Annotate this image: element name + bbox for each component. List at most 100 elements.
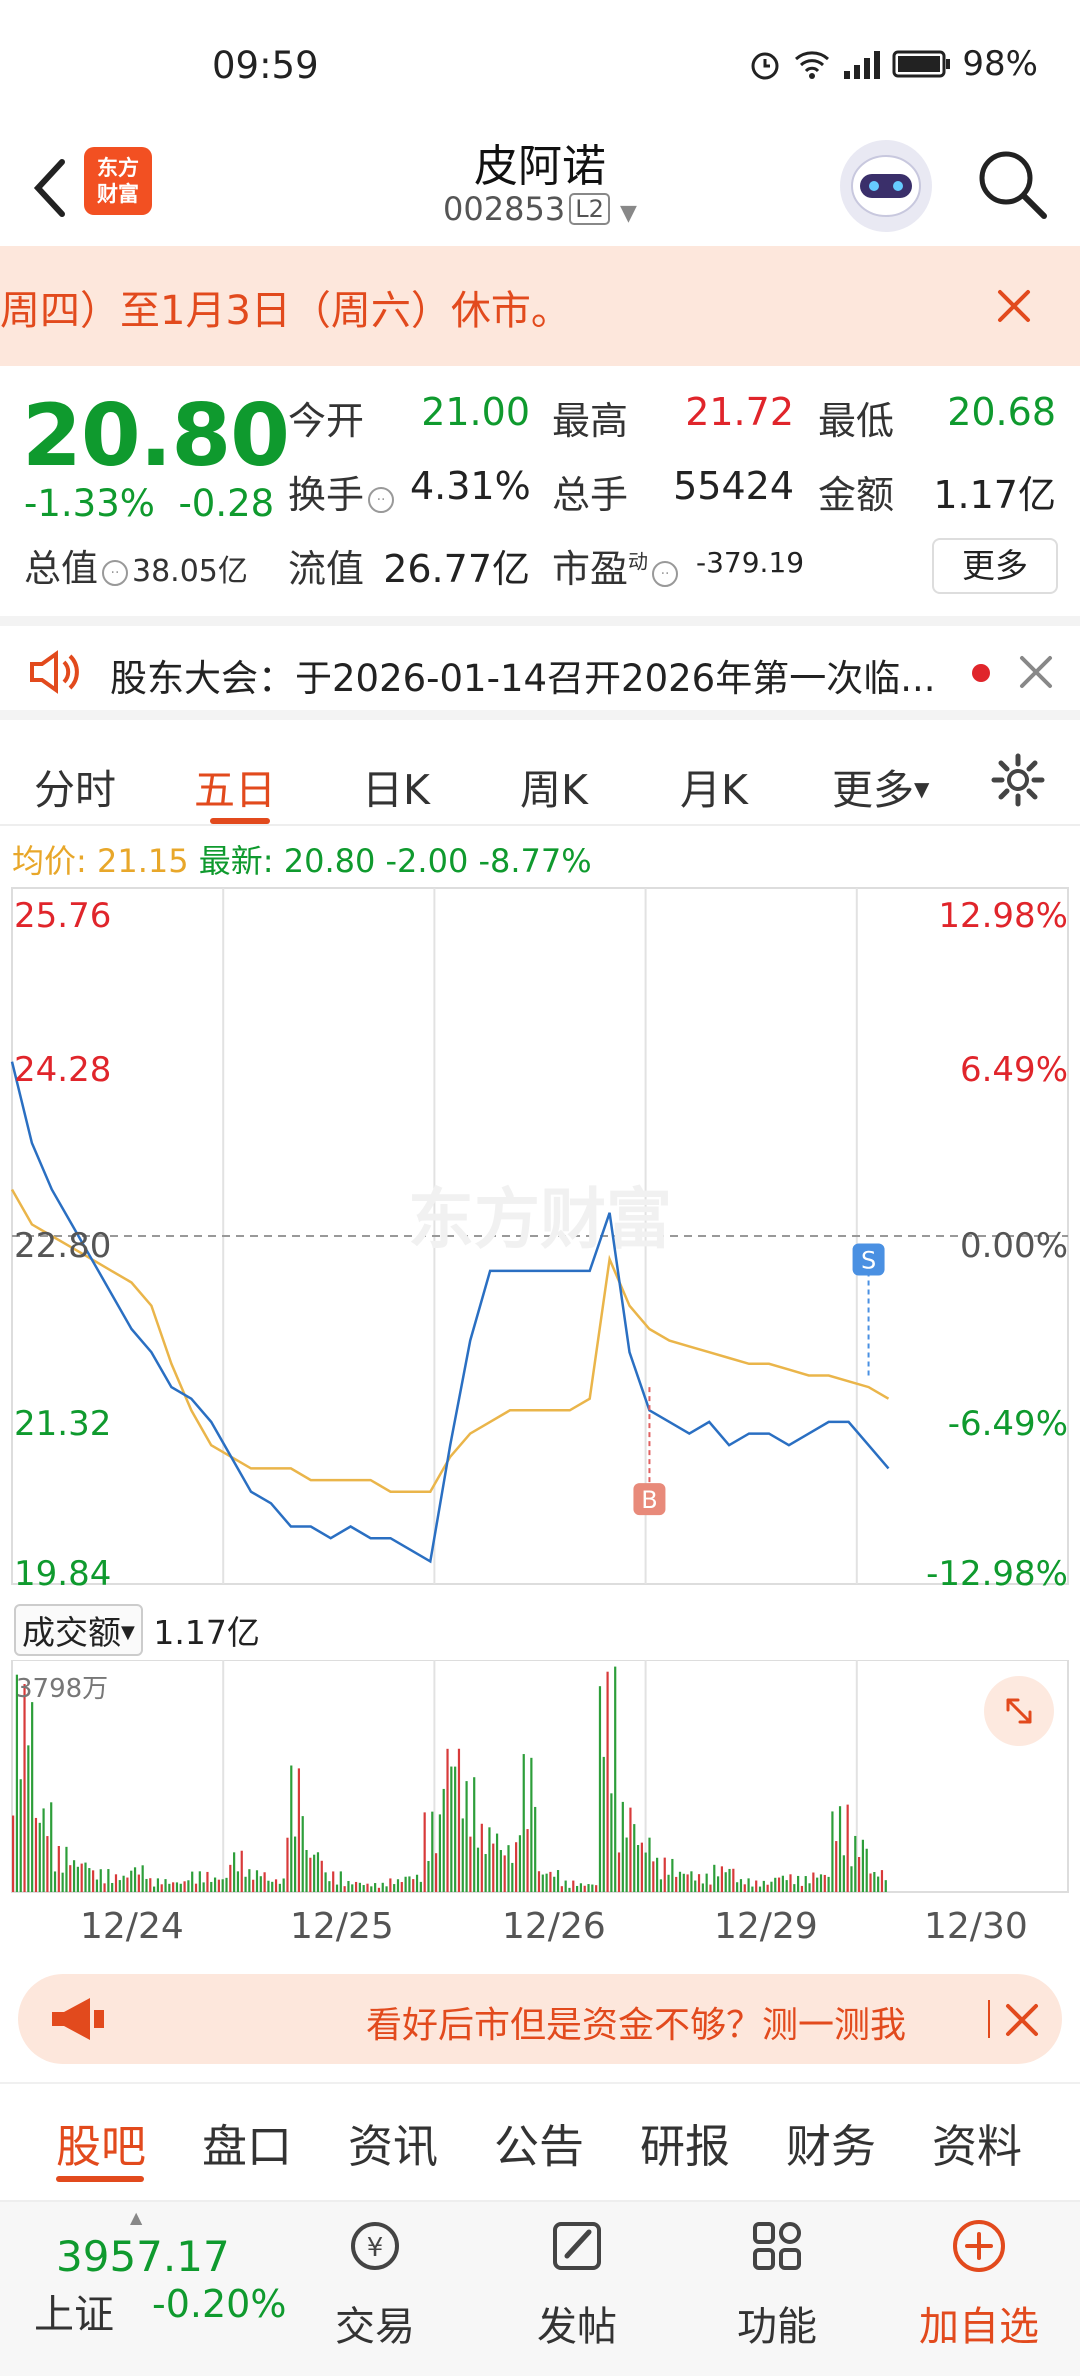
volume-bar [709, 1884, 712, 1892]
volume-bar [42, 1808, 45, 1892]
low-value: 20.68 [947, 390, 1056, 434]
chevron-down-icon[interactable]: ▼ [620, 201, 637, 226]
volume-bar [164, 1879, 167, 1892]
volume-bar [396, 1879, 400, 1892]
volume-bar [84, 1862, 87, 1892]
svg-text:¥: ¥ [367, 2233, 384, 2263]
more-quote-button[interactable]: 更多 [932, 538, 1058, 594]
info-icon[interactable]: ·· [102, 560, 128, 586]
tab-pankou[interactable]: 盘口 [202, 2110, 292, 2175]
volume-bar [602, 1756, 605, 1892]
volume-bar [549, 1871, 552, 1892]
volume-bar [770, 1881, 773, 1892]
volume-bar [206, 1871, 209, 1892]
volume-bar [869, 1873, 872, 1892]
volume-bar [484, 1854, 487, 1892]
volume-bar [648, 1837, 651, 1892]
volume-bar [606, 1671, 609, 1892]
tab-daily-k[interactable]: 日K [362, 756, 430, 816]
tab-monthly-k[interactable]: 月K [680, 756, 748, 816]
volume-bar [560, 1886, 563, 1892]
y-tick-left-1: 25.76 [14, 896, 112, 936]
tab-intraday[interactable]: 分时 [34, 756, 116, 816]
volume-bar [816, 1877, 819, 1892]
y-tick-left-4: 21.32 [14, 1404, 112, 1444]
x-date-1: 12/24 [80, 1906, 184, 1947]
volume-bar [716, 1876, 720, 1892]
search-icon[interactable] [972, 144, 1052, 224]
volume-bar [713, 1864, 716, 1892]
volume-bar [564, 1880, 567, 1892]
volume-bar [884, 1880, 887, 1892]
five-day-price-chart[interactable]: 东方财富 B S [0, 880, 1080, 1600]
tab-profile[interactable]: 资料 [932, 2110, 1022, 2175]
volume-bar [751, 1886, 754, 1892]
close-icon[interactable] [984, 276, 1044, 336]
holiday-notice-banner[interactable]: 周四）至1月3日（周六）休市。 [0, 246, 1080, 366]
promo-text: 看好后市但是资金不够？测一测我 [366, 2005, 907, 2046]
volume-bar [122, 1875, 125, 1892]
volume-bar [370, 1886, 373, 1892]
volume-bar [46, 1836, 49, 1892]
avg-label: 均价: [12, 842, 87, 880]
robot-assistant-avatar[interactable] [840, 140, 932, 232]
nav-add-watchlist[interactable]: 加自选 [904, 2214, 1054, 2352]
volume-total: 1.17亿 [153, 1613, 260, 1652]
nav-trade[interactable]: ¥ 交易 [300, 2214, 450, 2352]
volume-bar [263, 1872, 266, 1892]
volume-bar [675, 1876, 678, 1892]
tab-announcements[interactable]: 公告 [494, 2110, 584, 2175]
x-date-3: 12/26 [502, 1906, 606, 1947]
volume-bar [705, 1873, 708, 1892]
info-icon[interactable]: ·· [652, 561, 679, 587]
grid-icon [753, 2222, 801, 2270]
close-icon[interactable] [1016, 652, 1056, 692]
volume-bar [252, 1879, 255, 1892]
tab-five-day[interactable]: 五日 [194, 756, 276, 816]
promo-banner[interactable]: 看好后市但是资金不够？测一测我 [18, 1974, 1062, 2064]
volume-bar [404, 1876, 407, 1892]
volume-bar [530, 1757, 533, 1892]
volume-bar [423, 1812, 426, 1892]
volume-bar [187, 1880, 190, 1892]
volume-max-label: 3798万 [16, 1674, 109, 1704]
float-mv-value: 26.77亿 [383, 547, 530, 591]
nav-functions-label: 功能 [737, 2304, 817, 2350]
volume-bar [659, 1879, 663, 1892]
tab-research[interactable]: 研报 [640, 2110, 730, 2175]
tab-more[interactable]: 更多▼ [832, 756, 929, 816]
volume-bar [724, 1872, 727, 1892]
info-icon[interactable]: ·· [368, 487, 395, 513]
nav-functions[interactable]: 功能 [702, 2214, 852, 2352]
expand-chart-button[interactable] [984, 1676, 1054, 1746]
tab-guba[interactable]: 股吧 [56, 2110, 146, 2175]
total-mv-label: 总值 [24, 547, 98, 590]
gear-icon[interactable] [988, 750, 1048, 810]
sell-marker-label: S [861, 1246, 876, 1274]
total-market-value: 总值 ·· 38.05亿 [24, 538, 248, 592]
volume-bar [572, 1880, 575, 1892]
tab-finance[interactable]: 财务 [786, 2110, 876, 2175]
nav-post[interactable]: 发帖 [502, 2214, 652, 2352]
volume-bar [526, 1829, 529, 1892]
close-icon[interactable] [1000, 1998, 1044, 2042]
volume-metric-select[interactable]: 成交额▼ [14, 1604, 143, 1656]
nav-trade-label: 交易 [335, 2304, 415, 2350]
volume-bar [800, 1885, 804, 1892]
announcement-bar[interactable]: 股东大会：于2026-01-14召开2026年第一次临... [0, 616, 1080, 720]
volume-bar [145, 1878, 148, 1892]
volume-bar [671, 1858, 674, 1892]
volume-bar [213, 1877, 217, 1892]
volume-bar [198, 1871, 201, 1892]
chevron-down-icon: ▼ [121, 1622, 135, 1643]
volume-bar [575, 1885, 579, 1892]
wifi-icon [795, 51, 830, 79]
volume-bar [640, 1842, 643, 1892]
tab-weekly-k[interactable]: 周K [520, 756, 588, 816]
volume-bar [172, 1882, 175, 1892]
volume-bar [271, 1881, 274, 1892]
volume-bar [465, 1781, 468, 1892]
tab-news[interactable]: 资讯 [348, 2110, 438, 2175]
turnover-value: 4.31% [410, 464, 531, 508]
volume-chart[interactable] [0, 1660, 1080, 1900]
